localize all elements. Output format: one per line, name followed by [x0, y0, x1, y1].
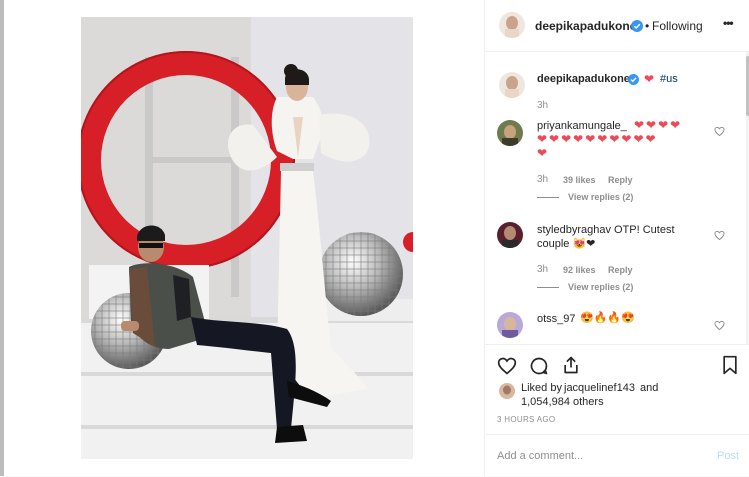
post-comment-button[interactable]: Post — [717, 450, 739, 462]
follow-separator: • — [645, 19, 650, 33]
post-timestamp[interactable]: 3 HOURS AGO — [497, 415, 555, 424]
comment-text: 😍🔥🔥😍 — [580, 312, 635, 324]
author-avatar-image — [499, 12, 525, 38]
liked-by-user[interactable]: jacquelinef143 — [564, 382, 635, 394]
commenter-avatar-image — [497, 120, 523, 146]
likes-count[interactable]: 1,054,984 others — [521, 396, 604, 408]
liker-avatar-image — [499, 383, 515, 399]
reply-button[interactable]: Reply — [608, 175, 633, 185]
view-replies-button[interactable]: View replies (2) — [568, 192, 633, 202]
commenter-avatar-image — [497, 312, 523, 338]
commenter-avatar-image — [497, 222, 523, 248]
comments-list[interactable]: deepikapadukone ❤ #us 3h priyankamungale… — [485, 52, 749, 344]
view-replies-divider — [537, 287, 559, 288]
comment-username[interactable]: styledbyraghav — [537, 224, 611, 236]
comment-input[interactable]: Add a comment... — [497, 450, 583, 462]
caption-author-avatar-image — [499, 72, 525, 98]
view-replies-divider — [537, 197, 559, 198]
more-options-button[interactable]: ••• — [723, 16, 734, 30]
add-comment-bar: Add a comment... Post — [485, 434, 749, 477]
heart-icon[interactable] — [497, 356, 517, 376]
comment-text: couple 😻❤ — [537, 238, 596, 250]
caption-author[interactable]: deepikapadukone — [537, 73, 630, 85]
comment-text: ❤❤❤❤❤❤❤❤❤❤ — [537, 132, 658, 146]
bookmark-icon[interactable] — [721, 355, 739, 375]
commenter-avatar[interactable] — [497, 120, 523, 146]
post-photo-art — [81, 17, 413, 459]
comment-time: 3h — [537, 174, 549, 185]
comment-like-heart-icon[interactable] — [714, 126, 725, 137]
verified-badge-icon — [631, 20, 643, 32]
comment-like-heart-icon[interactable] — [714, 230, 725, 241]
comment-username[interactable]: priyankamungale_ — [537, 120, 627, 132]
comment-username[interactable]: otss_97 — [537, 313, 576, 325]
post-media-area — [4, 0, 484, 476]
comment-time: 3h — [537, 264, 549, 275]
reply-button[interactable]: Reply — [608, 265, 633, 275]
caption-time: 3h — [537, 100, 549, 111]
post-side-panel: deepikapadukone • Following ••• deepikap… — [484, 0, 749, 476]
comment-like-heart-icon[interactable] — [714, 320, 725, 331]
commenter-avatar[interactable] — [497, 222, 523, 248]
caption-heart: ❤ — [644, 72, 655, 86]
liked-by-and: and — [640, 382, 659, 394]
post-header: deepikapadukone • Following ••• — [485, 0, 749, 52]
verified-badge-icon — [628, 74, 639, 85]
comment-like-count[interactable]: 39 likes — [563, 175, 596, 185]
share-icon[interactable] — [561, 355, 581, 375]
caption-hashtag[interactable]: #us — [660, 73, 678, 85]
post-photo[interactable] — [81, 17, 413, 459]
comment-like-count[interactable]: 92 likes — [563, 265, 596, 275]
comment-text: ❤❤❤❤ — [634, 118, 683, 132]
commenter-avatar[interactable] — [497, 312, 523, 338]
comment-text: OTP! Cutest — [614, 224, 675, 236]
post-actions: Liked by jacquelinef143 and 1,054,984 ot… — [485, 344, 749, 433]
caption-author-avatar[interactable] — [499, 72, 525, 98]
comment-text: ❤ — [537, 146, 548, 160]
author-username[interactable]: deepikapadukone — [535, 19, 636, 33]
following-button[interactable]: Following — [652, 19, 703, 33]
author-avatar[interactable] — [499, 12, 525, 38]
view-replies-button[interactable]: View replies (2) — [568, 282, 633, 292]
liked-by-prefix: Liked by — [521, 382, 562, 394]
liker-avatar[interactable] — [499, 383, 515, 399]
comment-bubble-icon[interactable] — [529, 356, 549, 376]
